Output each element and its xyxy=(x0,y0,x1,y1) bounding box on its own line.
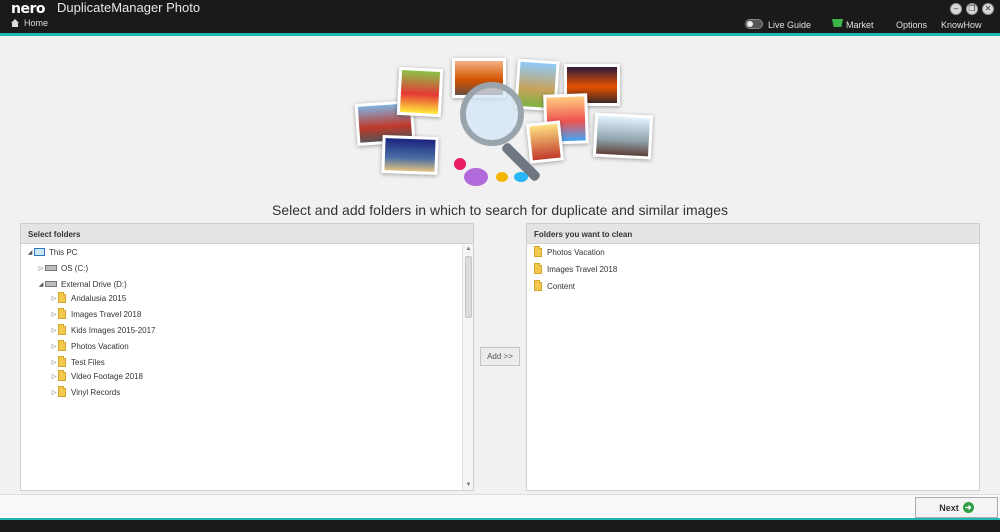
accent-line xyxy=(0,33,1000,36)
live-guide-toggle[interactable] xyxy=(745,19,763,29)
drive-icon xyxy=(45,281,57,287)
photo-thumbnail xyxy=(526,120,564,164)
collapse-arrow-icon[interactable]: ▷ xyxy=(50,389,58,396)
tree-item-label: This PC xyxy=(49,247,78,257)
arrow-right-circle-icon: ➜ xyxy=(962,502,974,513)
collapse-arrow-icon[interactable]: ▷ xyxy=(50,343,58,350)
drive-icon xyxy=(45,265,57,271)
expand-arrow-icon[interactable]: ◢ xyxy=(37,281,45,288)
tree-item-folder[interactable]: ▷ Photos Vacation xyxy=(50,339,129,353)
expand-arrow-icon[interactable]: ◢ xyxy=(26,249,34,256)
collapse-arrow-icon[interactable]: ▷ xyxy=(37,265,45,272)
tree-item-folder[interactable]: ▷ Test Files xyxy=(50,355,105,369)
hero-illustration xyxy=(320,50,680,200)
app-title: DuplicateManager Photo xyxy=(57,0,201,15)
options-menu[interactable]: Options xyxy=(896,20,927,30)
collapse-arrow-icon[interactable]: ▷ xyxy=(50,359,58,366)
folder-icon xyxy=(58,369,66,381)
folder-icon xyxy=(534,279,542,291)
color-blob xyxy=(454,158,466,170)
photo-thumbnail xyxy=(396,66,444,118)
market-link[interactable]: Market xyxy=(846,20,874,30)
scrollbar-thumb[interactable] xyxy=(465,256,472,318)
scroll-up-arrow-icon[interactable]: ▲ xyxy=(463,244,474,254)
photo-thumbnail xyxy=(592,112,654,160)
scroll-down-arrow-icon[interactable]: ▼ xyxy=(463,480,474,490)
selected-folder-item[interactable]: Images Travel 2018 xyxy=(534,262,617,276)
folder-icon xyxy=(58,291,66,303)
folder-icon xyxy=(534,262,542,274)
tree-item-folder[interactable]: ▷ Video Footage 2018 xyxy=(50,369,143,383)
color-blob xyxy=(464,168,488,186)
selected-folder-item[interactable]: Content xyxy=(534,279,575,293)
tree-item-folder[interactable]: ▷ Kids Images 2015-2017 xyxy=(50,323,156,337)
tree-item-label: Andalusia 2015 xyxy=(71,293,127,303)
collapse-arrow-icon[interactable]: ▷ xyxy=(50,327,58,334)
footer-accent-line xyxy=(0,518,1000,532)
live-guide-label[interactable]: Live Guide xyxy=(768,20,811,30)
footer-bar xyxy=(0,494,1000,518)
collapse-arrow-icon[interactable]: ▷ xyxy=(50,295,58,302)
folder-icon xyxy=(58,385,66,397)
computer-icon xyxy=(34,248,45,256)
tree-item-label: Kids Images 2015-2017 xyxy=(71,325,156,335)
knowhow-menu[interactable]: KnowHow xyxy=(941,20,982,30)
tree-item-external-drive[interactable]: ◢ External Drive (D:) xyxy=(37,277,127,291)
tree-item-label: Images Travel 2018 xyxy=(71,309,142,319)
folder-icon xyxy=(58,355,66,367)
tree-item-folder[interactable]: ▷ Andalusia 2015 xyxy=(50,291,126,305)
minimize-button[interactable]: – xyxy=(950,3,962,15)
selected-folder-label: Photos Vacation xyxy=(547,247,605,257)
brand-logo: nero xyxy=(11,1,45,17)
cart-icon xyxy=(832,19,843,27)
vertical-scrollbar[interactable]: ▲ ▼ xyxy=(462,244,473,490)
home-button[interactable]: Home xyxy=(11,18,48,28)
tree-item-folder[interactable]: ▷ Vinyl Records xyxy=(50,385,120,399)
tree-item-this-pc[interactable]: ◢ This PC xyxy=(26,245,78,259)
tree-item-label: Photos Vacation xyxy=(71,341,129,351)
selected-folder-label: Content xyxy=(547,281,576,291)
photo-thumbnail xyxy=(381,135,439,175)
page-headline: Select and add folders in which to searc… xyxy=(271,202,729,218)
collapse-arrow-icon[interactable]: ▷ xyxy=(50,373,58,380)
close-button[interactable]: ✕ xyxy=(982,3,994,15)
tree-item-label: Test Files xyxy=(71,357,105,367)
tree-item-folder[interactable]: ▷ Images Travel 2018 xyxy=(50,307,141,321)
select-folders-header: Select folders xyxy=(21,224,473,244)
tree-item-os-c[interactable]: ▷ OS (C:) xyxy=(37,261,88,275)
color-blob xyxy=(514,172,528,182)
color-blob xyxy=(496,172,508,182)
title-bar: nero DuplicateManager Photo Home – ❐ ✕ L… xyxy=(0,0,1000,36)
selected-folder-label: Images Travel 2018 xyxy=(547,264,618,274)
add-folders-button[interactable]: Add >> xyxy=(480,347,520,366)
tree-item-label: Video Footage 2018 xyxy=(71,371,143,381)
home-label: Home xyxy=(24,18,49,28)
restore-button[interactable]: ❐ xyxy=(966,3,978,15)
tree-item-label: OS (C:) xyxy=(61,263,89,273)
footer xyxy=(0,494,1000,532)
next-button[interactable]: Next ➜ xyxy=(915,497,998,518)
folder-icon xyxy=(534,245,542,257)
home-icon xyxy=(11,19,19,27)
next-label: Next xyxy=(939,502,959,513)
folder-icon xyxy=(58,339,66,351)
folder-icon xyxy=(58,307,66,319)
tree-item-label: Vinyl Records xyxy=(71,387,121,397)
collapse-arrow-icon[interactable]: ▷ xyxy=(50,311,58,318)
tree-item-label: External Drive (D:) xyxy=(61,279,127,289)
selected-folder-item[interactable]: Photos Vacation xyxy=(534,245,605,259)
folders-to-clean-header: Folders you want to clean xyxy=(527,224,979,244)
magnifier-icon xyxy=(460,82,524,146)
folder-icon xyxy=(58,323,66,335)
